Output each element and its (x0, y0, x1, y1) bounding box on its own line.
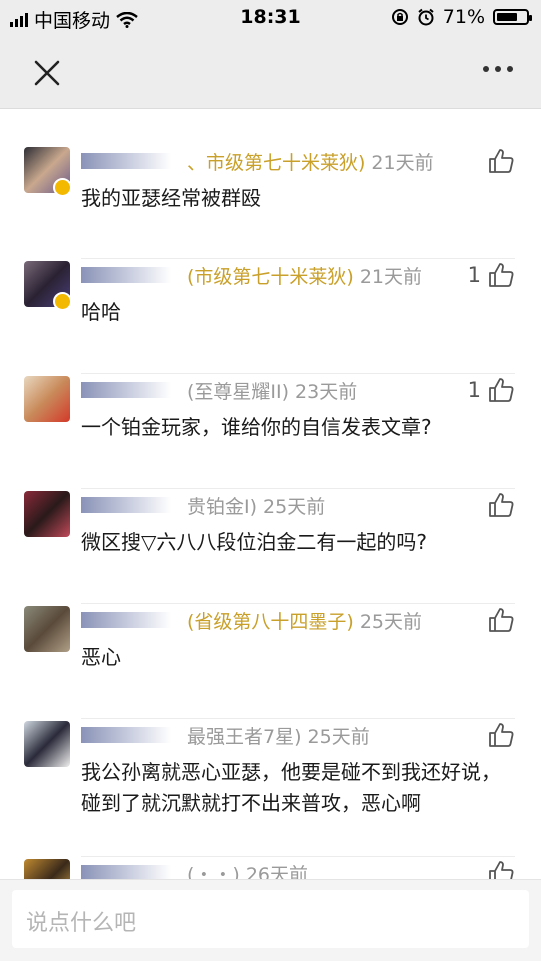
avatar[interactable] (24, 376, 70, 422)
comment-time: 25天前 (359, 610, 423, 633)
avatar[interactable] (24, 606, 70, 652)
rank-label: (・・) (187, 863, 240, 880)
rank-label: 最强王者7星) (187, 725, 302, 748)
comment-header: 、市级第七十米莱狄) 21天前 (81, 145, 434, 177)
comment-text: 一个铂金玩家，谁给你的自信发表文章? (81, 415, 432, 439)
nickname-redacted[interactable] (81, 497, 171, 513)
thumbs-up-icon (489, 861, 514, 879)
like-button[interactable] (481, 491, 515, 519)
rank-label: (市级第七十米莱狄) (187, 265, 354, 288)
like-button[interactable]: 1 (468, 376, 515, 404)
comment-item[interactable]: (市级第七十米莱狄) 21天前 1 哈哈 (0, 259, 541, 374)
more-dots-icon[interactable] (483, 66, 513, 72)
rank-label: 贵铂金I) (187, 495, 258, 518)
thumbs-up-icon (489, 493, 514, 517)
comment-time: 23天前 (295, 380, 358, 403)
comment-item[interactable]: (至尊星耀II) 23天前 1 一个铂金玩家，谁给你的自信发表文章? (0, 374, 541, 489)
rotation-lock-icon (391, 9, 408, 25)
comment-text: 我的亚瑟经常被群殴 (81, 186, 261, 210)
comment-time: 21天前 (371, 151, 434, 174)
thumbs-up-icon (489, 149, 514, 173)
thumbs-up-icon (489, 378, 514, 402)
comment-header: (至尊星耀II) 23天前 (81, 374, 357, 406)
comment-time: 21天前 (359, 265, 423, 288)
comment-item[interactable]: 贵铂金I) 25天前微区搜▽六八八段位泊金二有一起的吗? (0, 489, 541, 604)
nickname-redacted[interactable] (81, 382, 171, 398)
avatar[interactable] (24, 859, 70, 879)
like-count: 1 (467, 263, 481, 287)
thumbs-up-icon (489, 723, 514, 747)
verified-badge-icon (53, 292, 72, 311)
comment-text: 微区搜▽六八八段位泊金二有一起的吗? (81, 530, 427, 554)
comment-text: 我公孙离就恶心亚瑟，他要是碰不到我还好说，碰到了就沉默就打不出来普攻，恶心啊 (81, 760, 501, 815)
comment-header: (省级第八十四墨子) 25天前 (81, 604, 422, 636)
like-button[interactable] (481, 606, 515, 634)
comment-time: 25天前 (263, 495, 326, 518)
comment-item[interactable]: (・・) 26天前 (0, 857, 541, 879)
verified-badge-icon (53, 178, 72, 197)
comment-item[interactable]: 最强王者7星) 25天前我公孙离就恶心亚瑟，他要是碰不到我还好说，碰到了就沉默就打… (0, 719, 541, 857)
status-right: 71% (391, 6, 532, 28)
nickname-redacted[interactable] (81, 153, 171, 169)
comment-item[interactable]: 、市级第七十米莱狄) 21天前我的亚瑟经常被群殴 (0, 145, 541, 259)
nickname-redacted[interactable] (81, 865, 171, 879)
close-icon[interactable] (30, 56, 64, 90)
comment-text: 哈哈 (81, 300, 121, 324)
like-button[interactable] (481, 859, 515, 879)
rank-label: 、市级第七十米莱狄) (187, 151, 366, 174)
nickname-redacted[interactable] (81, 267, 171, 283)
comment-header: (・・) 26天前 (81, 857, 308, 879)
battery-percent: 71% (442, 6, 485, 28)
like-count: 1 (467, 378, 481, 402)
like-button[interactable] (481, 721, 515, 749)
nickname-redacted[interactable] (81, 612, 171, 628)
comment-header: 最强王者7星) 25天前 (81, 719, 370, 751)
comment-item[interactable]: (省级第八十四墨子) 25天前恶心 (0, 604, 541, 719)
comment-time: 26天前 (245, 863, 309, 880)
rank-label: (至尊星耀II) (187, 380, 290, 403)
comment-header: 贵铂金I) 25天前 (81, 489, 325, 521)
comment-time: 25天前 (307, 725, 370, 748)
status-bar: 中国移动 18:31 71% (0, 0, 541, 36)
thumbs-up-icon (489, 608, 514, 632)
alarm-icon (418, 8, 434, 26)
like-button[interactable] (481, 147, 515, 175)
comment-list[interactable]: 、市级第七十米莱狄) 21天前 我的亚瑟经常被群殴 (市级第七十米莱狄) 21天前 1 哈哈… (0, 109, 541, 879)
battery-icon (493, 9, 532, 25)
rank-label: (省级第八十四墨子) (187, 610, 354, 633)
comment-header: (市级第七十米莱狄) 21天前 (81, 259, 422, 291)
thumbs-up-icon (489, 263, 514, 287)
nav-bar (0, 36, 541, 109)
input-bar: 说点什么吧 (0, 879, 541, 961)
avatar[interactable] (24, 491, 70, 537)
comment-input[interactable]: 说点什么吧 (12, 890, 529, 948)
like-button[interactable]: 1 (468, 261, 515, 289)
nickname-redacted[interactable] (81, 727, 171, 743)
comment-text: 恶心 (81, 645, 121, 669)
avatar[interactable] (24, 721, 70, 767)
